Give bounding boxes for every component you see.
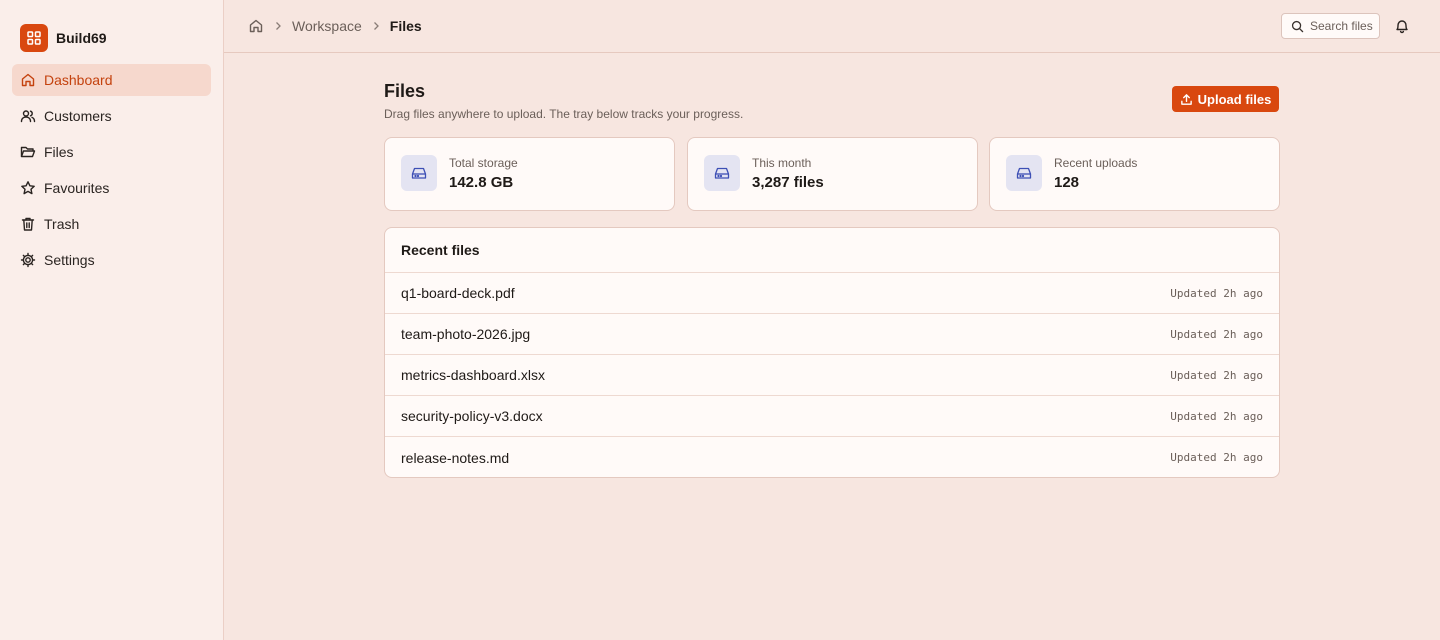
stat-card-this-month: This month 3,287 files — [687, 137, 978, 211]
trash-icon — [20, 216, 36, 232]
hard-drive-icon — [704, 155, 740, 191]
breadcrumb: Workspace Files — [248, 0, 422, 52]
brand-name: Build69 — [56, 30, 107, 46]
sidebar-item-dashboard[interactable]: Dashboard — [12, 64, 211, 96]
search-icon — [1291, 20, 1304, 33]
upload-files-button[interactable]: Upload files — [1172, 86, 1279, 112]
stat-label: Total storage — [449, 156, 518, 170]
file-updated: Updated 2h ago — [1170, 286, 1263, 300]
file-updated: Updated 2h ago — [1170, 368, 1263, 382]
home-icon[interactable] — [248, 18, 264, 34]
breadcrumb-files: Files — [389, 18, 422, 34]
file-name: metrics-dashboard.xlsx — [401, 367, 545, 383]
sidebar-item-label: Files — [44, 144, 74, 160]
hard-drive-icon — [401, 155, 437, 191]
file-updated: Updated 2h ago — [1170, 451, 1263, 464]
file-updated: Updated 2h ago — [1170, 327, 1263, 341]
file-row[interactable]: q1-board-deck.pdf Updated 2h ago — [385, 273, 1279, 314]
stat-label: This month — [752, 156, 812, 170]
recent-files-title: Recent files — [385, 228, 1279, 273]
stat-value: 142.8 GB — [449, 174, 514, 191]
chevron-right-icon — [372, 21, 380, 31]
file-updated: Updated 2h ago — [1170, 409, 1263, 423]
file-row[interactable]: security-policy-v3.docx Updated 2h ago — [385, 396, 1279, 437]
page-subtitle: Drag files anywhere to upload. The tray … — [384, 107, 744, 121]
home-icon — [20, 72, 36, 88]
gear-icon — [20, 252, 36, 268]
logo-grid-icon — [20, 24, 48, 52]
users-icon — [20, 108, 36, 124]
folder-icon — [20, 144, 36, 160]
sidebar-item-trash[interactable]: Trash — [12, 208, 211, 240]
hard-drive-icon — [1006, 155, 1042, 191]
topbar: Workspace Files Search files — [224, 0, 1440, 53]
sidebar-item-settings[interactable]: Settings — [12, 244, 211, 276]
file-row[interactable]: release-notes.md Updated 2h ago — [385, 437, 1279, 477]
stat-label: Recent uploads — [1054, 156, 1138, 170]
sidebar-item-label: Trash — [44, 216, 80, 232]
file-row[interactable]: team-photo-2026.jpg Updated 2h ago — [385, 314, 1279, 355]
file-name: q1-board-deck.pdf — [401, 285, 515, 301]
search-input[interactable]: Search files — [1281, 13, 1380, 39]
search-placeholder: Search files — [1310, 19, 1373, 33]
file-name: release-notes.md — [401, 449, 510, 466]
breadcrumb-workspace[interactable]: Workspace — [292, 18, 362, 34]
star-icon — [20, 180, 36, 196]
chevron-right-icon — [274, 21, 282, 31]
sidebar: Build69 Dashboard Customers Files Favour… — [0, 0, 224, 640]
brand[interactable]: Build69 — [20, 24, 107, 52]
stat-value: 128 — [1054, 174, 1080, 191]
sidebar-item-label: Dashboard — [44, 72, 113, 88]
sidebar-item-customers[interactable]: Customers — [12, 100, 211, 132]
sidebar-item-files[interactable]: Files — [12, 136, 211, 168]
recent-files-card: Recent files q1-board-deck.pdf Updated 2… — [384, 227, 1280, 478]
stat-card-total-storage: Total storage 142.8 GB — [384, 137, 675, 211]
file-name: team-photo-2026.jpg — [401, 326, 531, 342]
sidebar-nav: Dashboard Customers Files Favourites Tra… — [12, 64, 211, 280]
file-row[interactable]: metrics-dashboard.xlsx Updated 2h ago — [385, 355, 1279, 396]
sidebar-item-label: Settings — [44, 252, 95, 268]
stat-value: 3,287 files — [752, 174, 824, 191]
sidebar-item-label: Favourites — [44, 180, 110, 196]
upload-files-label: Upload files — [1197, 91, 1272, 107]
sidebar-item-favourites[interactable]: Favourites — [12, 172, 211, 204]
page-title: Files — [384, 81, 426, 101]
sidebar-item-label: Customers — [44, 108, 112, 124]
bell-icon[interactable] — [1394, 17, 1410, 35]
file-name: security-policy-v3.docx — [401, 408, 543, 424]
stat-card-recent-uploads: Recent uploads 128 — [989, 137, 1280, 211]
upload-icon — [1180, 93, 1193, 106]
